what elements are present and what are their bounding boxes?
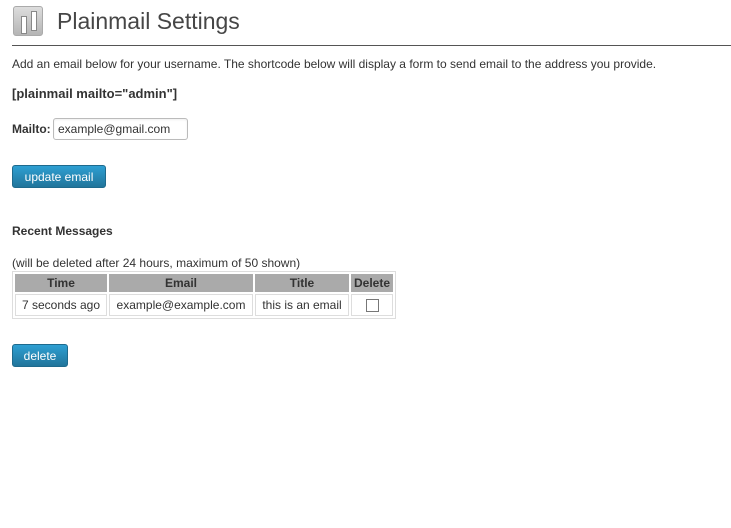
mailto-input[interactable] — [53, 118, 188, 140]
column-title: Title — [255, 274, 349, 292]
column-email: Email — [109, 274, 253, 292]
column-delete: Delete — [351, 274, 394, 292]
update-email-button[interactable]: update email — [12, 165, 106, 188]
message-email: example@example.com — [109, 294, 253, 316]
messages-table: Time Email Title Delete 7 seconds ago ex… — [12, 271, 397, 319]
retention-note: (will be deleted after 24 hours, maximum… — [12, 256, 301, 270]
column-time: Time — [15, 274, 107, 292]
message-time: 7 seconds ago — [15, 294, 107, 316]
recent-messages-heading: Recent Messages — [12, 224, 113, 238]
message-title: this is an email — [255, 294, 349, 316]
intro-text: Add an email below for your username. Th… — [12, 57, 657, 71]
delete-button[interactable]: delete — [12, 344, 68, 367]
divider — [12, 45, 731, 46]
table-header: Time Email Title Delete — [15, 274, 394, 292]
shortcode: [plainmail mailto="admin"] — [12, 86, 178, 101]
delete-checkbox[interactable] — [365, 299, 379, 313]
settings-sliders-icon — [13, 6, 43, 36]
table-row: 7 seconds ago example@example.com this i… — [15, 294, 394, 316]
mailto-label: Mailto: — [12, 122, 51, 136]
page-title: Plainmail Settings — [57, 8, 240, 34]
